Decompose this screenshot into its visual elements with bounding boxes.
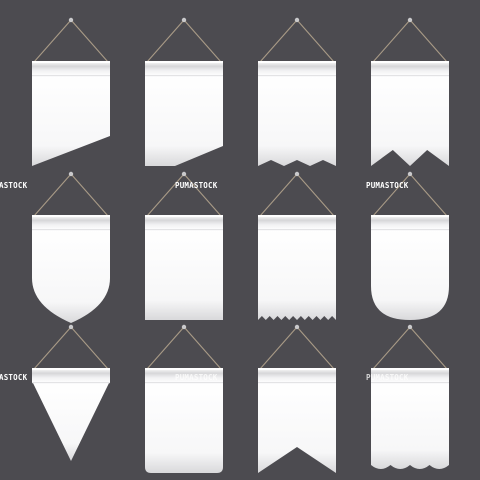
watermark-text: PUMASTOCK (175, 181, 218, 190)
pennant-swallowtail-two-notches (371, 17, 449, 166)
pennant-scalloped-bottom (258, 171, 336, 320)
pennant-slanted-bottom (32, 17, 110, 166)
pennant-rectangle (145, 171, 223, 320)
watermark-text: PUMASTOCK (366, 181, 409, 190)
pennant-banners-illustration (32, 17, 449, 473)
watermark-text: PUMASTOCK (366, 373, 409, 382)
pennant-rounded-corners-rectangle (145, 324, 223, 473)
pennant-triangle (32, 324, 110, 461)
pennant-wavy-bottom (371, 324, 449, 469)
pennant-swallowtail (258, 324, 336, 473)
watermark-text: ASTOCK (0, 373, 28, 382)
pennant-cut-corner (145, 17, 223, 166)
watermark-text: PUMASTOCK (175, 373, 218, 382)
pennant-shield-point (32, 171, 110, 323)
watermark-text: ASTOCK (0, 181, 28, 190)
pennant-rounded-bottom (371, 171, 449, 320)
pennant-zigzag-bottom (258, 17, 336, 166)
